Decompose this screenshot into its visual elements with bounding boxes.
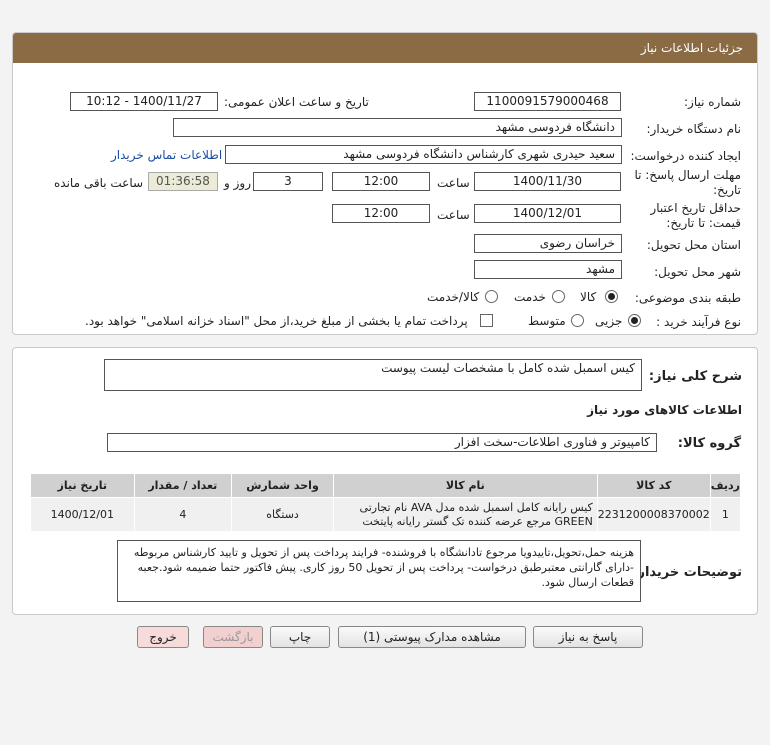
cell-date: 1400/12/01: [30, 497, 135, 532]
category-option-service: خدمت: [514, 290, 546, 304]
announce-field: 1400/11/27 - 10:12: [70, 92, 218, 111]
cell-qty: 4: [133, 497, 233, 532]
validity-label: حداقل تاریخ اعتبار: [650, 201, 741, 215]
buyer-org-field: دانشگاه فردوسی مشهد: [173, 118, 622, 137]
validity-date-field: 1400/12/01: [474, 204, 621, 223]
days-field: 3: [253, 172, 323, 191]
category-radio-service[interactable]: [552, 290, 565, 303]
category-radio-goods-service[interactable]: [485, 290, 498, 303]
cell-row: 1: [709, 497, 742, 532]
city-field: مشهد: [474, 260, 622, 279]
category-option-goods-service: کالا/خدمت: [427, 290, 480, 304]
buyer-notes-field: هزینه حمل،تحویل،تاییدویا مرجوع تادانشگاه…: [117, 540, 641, 602]
col-name: نام کالا: [332, 473, 598, 498]
purchase-option-minor: جزیی: [595, 314, 623, 328]
treasury-payment-note: پرداخت تمام یا بخشی از مبلغ خرید،از محل …: [85, 314, 468, 328]
buyer-org-label: نام دستگاه خریدار:: [646, 122, 742, 136]
announce-label: تاریخ و ساعت اعلان عمومی:: [224, 95, 369, 109]
purchase-radio-minor[interactable]: [628, 314, 641, 327]
province-label: استان محل تحویل:: [646, 238, 741, 252]
col-row: ردیف: [709, 473, 742, 498]
goods-info-title: اطلاعات کالاهای مورد نیاز: [587, 403, 742, 417]
validity-label-date: قیمت: تا تاریخ:: [666, 216, 741, 230]
category-option-goods: کالا: [580, 290, 597, 304]
back-button[interactable]: بازگشت: [203, 626, 263, 648]
cell-code: 2231200008370002: [596, 497, 711, 532]
need-number-label: شماره نیاز:: [684, 95, 741, 109]
city-label: شهر محل تحویل:: [654, 265, 741, 279]
col-date: تاریخ نیاز: [30, 473, 135, 498]
category-radio-goods[interactable]: [605, 290, 618, 303]
goods-group-label: گروه کالا:: [677, 436, 741, 451]
col-qty: تعداد / مقدار: [133, 473, 233, 498]
goods-group-field: کامپیوتر و فناوری اطلاعات-سخت افزار: [107, 433, 657, 452]
purchase-type-label: نوع فرآیند خرید :: [656, 315, 741, 329]
remaining-time-field: 01:36:58: [148, 172, 218, 191]
summary-label: شرح کلی نیاز:: [648, 369, 742, 384]
deadline-label: مهلت ارسال پاسخ: تا: [634, 168, 741, 182]
summary-field: کیس اسمبل شده کامل با مشخصات لیست پیوست: [104, 359, 642, 391]
days-label: روز و: [224, 176, 251, 190]
province-field: خراسان رضوی: [474, 234, 622, 253]
col-code: کد کالا: [596, 473, 711, 498]
deadline-label-date: تاریخ:: [713, 183, 741, 197]
validity-time-label: ساعت: [437, 208, 470, 222]
cell-name: کیس رایانه کامل اسمبل شده مدل AVA نام تج…: [332, 497, 598, 532]
remaining-label: ساعت باقی مانده: [54, 176, 144, 190]
view-attachments-button[interactable]: مشاهده مدارک پیوستی (1): [338, 626, 526, 648]
creator-field: سعید حیدری شهری کارشناس دانشگاه فردوسی م…: [225, 145, 622, 164]
purchase-option-medium: متوسط: [528, 314, 566, 328]
treasury-payment-checkbox[interactable]: [480, 314, 493, 327]
table-row: 1 2231200008370002 کیس رایانه کامل اسمبل…: [30, 497, 742, 532]
deadline-date-field: 1400/11/30: [474, 172, 621, 191]
validity-time-field: 12:00: [332, 204, 430, 223]
page-title: جزئیات اطلاعات نیاز: [13, 33, 757, 63]
goods-table: ردیف کد کالا نام کالا واحد شمارش تعداد /…: [30, 473, 742, 532]
contact-buyer-link[interactable]: اطلاعات تماس خریدار: [111, 148, 222, 162]
purchase-radio-medium[interactable]: [571, 314, 584, 327]
category-label: طبقه بندی موضوعی:: [634, 291, 741, 305]
cell-unit: دستگاه: [231, 497, 334, 532]
table-header-row: ردیف کد کالا نام کالا واحد شمارش تعداد /…: [30, 473, 742, 498]
deadline-time-label: ساعت: [437, 176, 470, 190]
reply-button[interactable]: پاسخ به نیاز: [533, 626, 643, 648]
print-button[interactable]: چاپ: [270, 626, 330, 648]
col-unit: واحد شمارش: [231, 473, 334, 498]
creator-label: ایجاد کننده درخواست:: [630, 149, 741, 163]
buyer-notes-label: توضیحات خریدار:: [632, 565, 742, 580]
need-number-field: 1100091579000468: [474, 92, 621, 111]
deadline-time-field: 12:00: [332, 172, 430, 191]
exit-button[interactable]: خروج: [137, 626, 189, 648]
